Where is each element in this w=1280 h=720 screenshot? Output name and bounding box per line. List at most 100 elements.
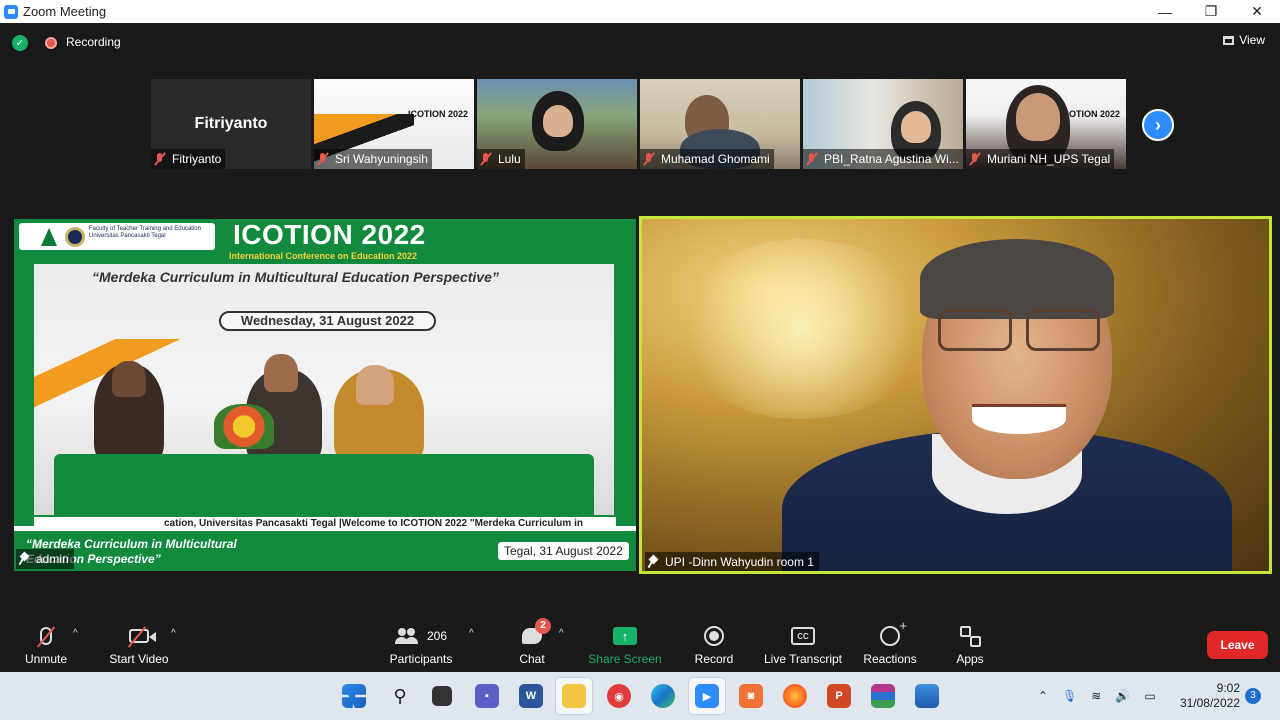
location-date-label: Tegal, 31 August 2022: [498, 542, 629, 560]
participant-name: admin: [36, 552, 69, 566]
pin-icon: [648, 556, 659, 568]
clock-date: 31/08/2022: [1179, 696, 1240, 710]
participant-name-tag: Sri Wahyuningsih: [314, 149, 432, 169]
participant-tile[interactable]: ICOTION 2022 Muriani NH_UPS Tegal: [966, 79, 1126, 169]
minimize-button[interactable]: —: [1142, 0, 1188, 23]
word-icon[interactable]: W: [519, 684, 543, 708]
conference-theme: “Merdeka Curriculum in Multicultural Edu…: [92, 269, 499, 285]
windows-start-icon[interactable]: [342, 684, 366, 708]
participant-name-tag: PBI_Ratna Agustina Wi...: [803, 149, 963, 169]
photos-icon[interactable]: [915, 684, 939, 708]
participant-name-tag: UPI -Dinn Wahyudin room 1: [645, 552, 819, 571]
share-screen-label: Share Screen: [588, 652, 662, 666]
recording-label[interactable]: Recording: [66, 35, 121, 49]
record-button[interactable]: Record: [692, 624, 736, 666]
show-hidden-icons-icon[interactable]: ⌃: [1038, 689, 1048, 703]
shared-video-tile[interactable]: Faculty of Teacher Training and Educatio…: [14, 219, 636, 571]
firefox-icon[interactable]: [783, 684, 807, 708]
participant-display-name: Fitriyanto: [194, 115, 268, 132]
zoom-icon[interactable]: ▶: [695, 684, 719, 708]
participants-button[interactable]: 206 Participants: [386, 624, 456, 666]
task-view-icon[interactable]: [432, 686, 452, 706]
pin-icon: [19, 553, 30, 565]
winrar-icon[interactable]: [871, 684, 895, 708]
participant-name: Sri Wahyuningsih: [335, 152, 428, 166]
slide-side-band: [14, 264, 34, 526]
microphone-icon[interactable]: 🎙: [1062, 689, 1077, 703]
taskbar-clock[interactable]: 9:02 31/08/2022: [1176, 681, 1240, 711]
leave-button[interactable]: Leave: [1207, 631, 1268, 659]
powerpoint-icon[interactable]: P: [827, 684, 851, 708]
reactions-button[interactable]: Reactions: [862, 618, 918, 666]
mic-muted-icon: [153, 152, 167, 166]
background-light: [672, 239, 932, 419]
start-video-button[interactable]: Start Video: [103, 624, 175, 666]
chat-button[interactable]: 2 Chat: [512, 618, 552, 666]
participant-tile[interactable]: ICOTION 2022 Sri Wahyuningsih: [314, 79, 474, 169]
clock-time: 9:02: [1216, 681, 1240, 695]
participant-name-tag: admin: [16, 549, 74, 569]
participant-tile[interactable]: Muhamad Ghomami: [640, 79, 800, 169]
window-controls: — ❐ ✕: [1142, 0, 1280, 23]
live-transcript-button[interactable]: CC Live Transcript: [762, 624, 844, 666]
mic-muted-icon: [642, 152, 656, 166]
speaker-hair: [920, 239, 1114, 319]
windows-taskbar: ⚲ ▪ W ◉ ▶ ◙ P ⌃ 🎙 ≋ 🔊 ▭ 9:02 31/08/2022 …: [0, 672, 1280, 720]
battery-icon[interactable]: ▭: [1144, 689, 1155, 703]
participants-icon: [394, 628, 419, 644]
window-title: Zoom Meeting: [23, 4, 107, 19]
faculty-logo: Faculty of Teacher Training and Educatio…: [19, 223, 215, 250]
shield-check-icon[interactable]: ✓: [12, 35, 28, 51]
screen-recorder-icon[interactable]: ◙: [739, 684, 763, 708]
maximize-button[interactable]: ❐: [1188, 0, 1234, 23]
participants-options-chevron-icon[interactable]: ^: [469, 628, 474, 639]
green-table: [54, 454, 594, 524]
slide-side-band: [614, 264, 636, 526]
unmute-button[interactable]: Unmute: [18, 624, 74, 666]
apps-label: Apps: [956, 652, 984, 666]
apps-button[interactable]: Apps: [952, 624, 988, 666]
speaker-icon[interactable]: 🔊: [1115, 689, 1130, 703]
speaker-face: [112, 361, 146, 397]
participant-name: PBI_Ratna Agustina Wi...: [824, 152, 959, 166]
notification-badge[interactable]: 3: [1245, 688, 1261, 704]
speaker-smile: [972, 404, 1066, 434]
slide-thumbnail-title: ICOTION 2022: [407, 109, 468, 119]
zoom-app-icon: [4, 4, 18, 19]
recording-icon: [45, 37, 57, 49]
speaker-face: [356, 365, 394, 405]
participants-count: 206: [426, 629, 448, 643]
participant-tile[interactable]: Fitriyanto Fitriyanto: [151, 79, 311, 169]
participant-video-face: [901, 111, 931, 143]
audio-options-chevron-icon[interactable]: ^: [73, 628, 78, 639]
window-titlebar: Zoom Meeting — ❐ ✕: [0, 0, 1280, 23]
event-subtitle: International Conference on Education 20…: [229, 251, 418, 261]
file-explorer-icon[interactable]: [562, 684, 586, 708]
share-screen-button[interactable]: ↑ Share Screen: [588, 624, 662, 666]
wifi-icon[interactable]: ≋: [1091, 689, 1101, 703]
active-speaker-tile[interactable]: UPI -Dinn Wahyudin room 1: [639, 216, 1272, 574]
chevron-right-icon[interactable]: ›: [1142, 109, 1174, 141]
unmute-label: Unmute: [24, 652, 68, 666]
close-button[interactable]: ✕: [1234, 0, 1280, 23]
live-transcript-label: Live Transcript: [763, 652, 843, 666]
search-icon[interactable]: ⚲: [388, 684, 412, 708]
record-icon: [704, 626, 724, 646]
photo-app-icon[interactable]: ◉: [607, 684, 631, 708]
chat-unread-badge: 2: [535, 618, 551, 634]
participant-name: UPI -Dinn Wahyudin room 1: [665, 555, 814, 569]
mic-muted-icon: [805, 152, 819, 166]
video-options-chevron-icon[interactable]: ^: [171, 628, 176, 639]
participant-tile[interactable]: Lulu: [477, 79, 637, 169]
participant-name: Fitriyanto: [172, 152, 222, 166]
view-button[interactable]: View: [1223, 33, 1265, 47]
view-label: View: [1239, 33, 1265, 47]
kampus-logo-icon: [41, 228, 57, 246]
edge-icon[interactable]: [651, 684, 675, 708]
teams-chat-icon[interactable]: ▪: [475, 684, 499, 708]
participant-name-tag: Muhamad Ghomami: [640, 149, 774, 169]
participant-tile[interactable]: PBI_Ratna Agustina Wi...: [803, 79, 963, 169]
chat-options-chevron-icon[interactable]: ^: [559, 628, 564, 639]
news-ticker: cation, Universitas Pancasakti Tegal |We…: [34, 515, 616, 531]
system-tray: ⌃ 🎙 ≋ 🔊 ▭: [1038, 672, 1156, 720]
